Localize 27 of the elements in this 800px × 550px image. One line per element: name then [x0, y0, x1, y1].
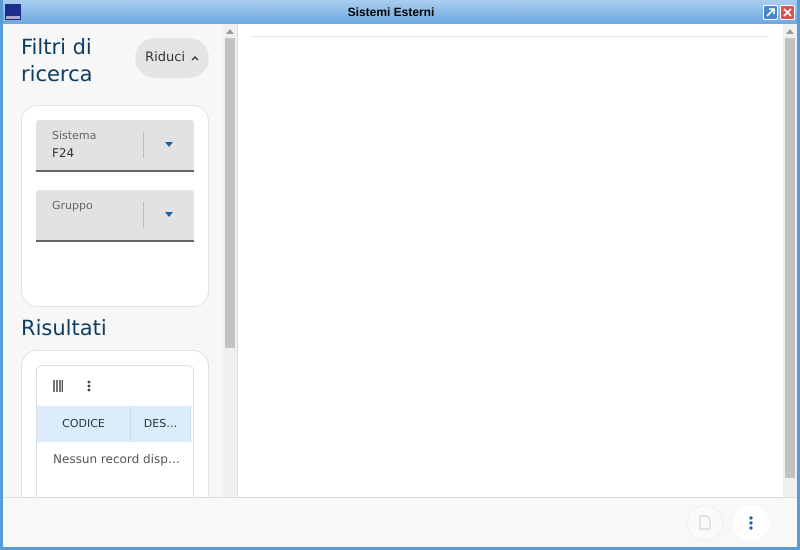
section-title: Filtri di ricerca [21, 34, 94, 88]
scrollbar[interactable] [223, 24, 237, 497]
scroll-up-icon[interactable] [786, 28, 794, 34]
scroll-up-icon[interactable] [226, 28, 234, 34]
more-vertical-icon[interactable] [87, 380, 91, 392]
select-field[interactable]: Gruppo [36, 190, 194, 242]
dropdown-arrow-icon [165, 212, 173, 218]
chevron-up-icon [191, 54, 199, 61]
column-header[interactable]: DES… [131, 406, 191, 442]
close-icon [783, 8, 792, 16]
maximize-button[interactable] [763, 4, 778, 20]
column-header[interactable]: CODICE [37, 406, 131, 442]
select-field[interactable]: Sistema F24 [36, 120, 194, 172]
scrollbar[interactable] [783, 24, 797, 497]
document-icon [699, 515, 711, 530]
close-button[interactable] [780, 4, 795, 20]
more-vertical-icon [749, 516, 753, 530]
empty-message: Nessun record disp… [52, 451, 181, 468]
document-button[interactable] [687, 504, 723, 540]
section-title: Risultati [21, 314, 108, 342]
more-options-button[interactable] [733, 504, 769, 540]
columns-icon[interactable] [53, 380, 63, 392]
app-icon [5, 4, 21, 20]
collapse-button[interactable]: Riduci [135, 38, 209, 78]
arrow-icon [766, 8, 775, 16]
window-title: Sistemi Esterni [346, 5, 436, 19]
dropdown-arrow-icon [165, 142, 173, 148]
